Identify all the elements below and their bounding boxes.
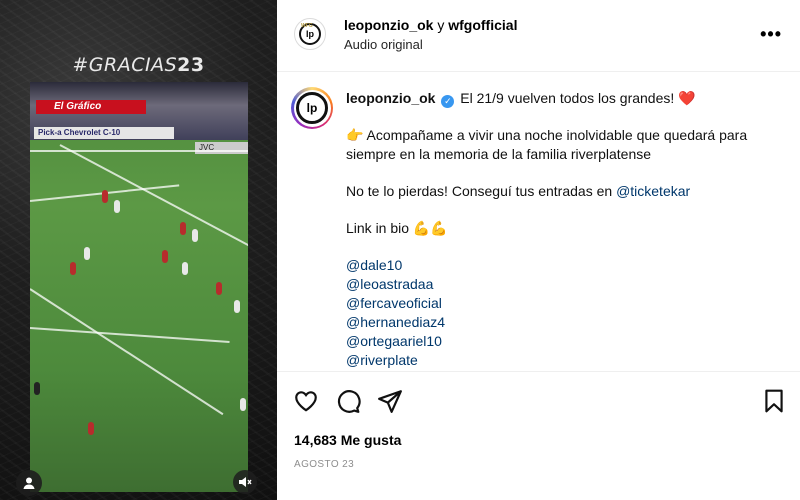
heart-icon[interactable] [293, 388, 319, 414]
post-owners: leoponzio_ok y wfgofficial [344, 17, 517, 33]
action-bar [277, 380, 800, 424]
caption-username[interactable]: leoponzio_ok [346, 90, 435, 106]
post-date[interactable]: AGOSTO 23 [294, 459, 354, 470]
tagged-users-button[interactable] [16, 470, 42, 496]
audio-link[interactable]: Audio original [344, 37, 423, 52]
owner2-link[interactable]: wfgofficial [448, 17, 517, 33]
caption-area: lp leoponzio_ok ✓ El 21/9 vuelven todos … [277, 72, 800, 370]
player [234, 300, 240, 313]
player [102, 190, 108, 203]
caption-line-4: Link in bio 💪💪 [346, 220, 448, 236]
player [70, 262, 76, 275]
player [84, 247, 90, 260]
ad-banner-chevrolet: Pick-a Chevrolet C-10 [34, 127, 174, 139]
mention-link[interactable]: @dale10 [346, 256, 766, 275]
mention-link[interactable]: @leoastradaa [346, 275, 766, 294]
media-hashtag: #GRACIAS23 [72, 54, 205, 76]
mention-link[interactable]: @riverplate [346, 351, 766, 370]
verified-badge-icon: ✓ [441, 95, 455, 108]
mention-link[interactable]: @fercaveoficial [346, 294, 766, 313]
player [216, 282, 222, 295]
ad-banner-jvc: JVC [195, 142, 248, 154]
comment-icon[interactable] [335, 388, 361, 414]
pitch-line [30, 327, 230, 343]
muted-speaker-icon [239, 477, 252, 487]
ticketek-link[interactable]: @ticketekar [616, 183, 690, 199]
owner1-link[interactable]: leoponzio_ok [344, 17, 433, 33]
mention-link[interactable]: @ortegaariel10 [346, 332, 766, 351]
pitch-line [30, 150, 248, 152]
caption-avatar[interactable]: lp [291, 87, 333, 129]
post-media[interactable]: #GRACIAS23 El Gráfico Pick-a Chevrolet C… [0, 0, 277, 500]
player [180, 222, 186, 235]
caption-text: leoponzio_ok ✓ El 21/9 vuelven todos los… [346, 89, 766, 370]
player [162, 250, 168, 263]
owner-joiner: y [437, 17, 445, 33]
pitch-line [59, 144, 248, 250]
likes-count[interactable]: 14,683 Me gusta [294, 432, 401, 448]
post-sidebar: WFG lp leoponzio_ok y wfgofficial Audio … [277, 0, 800, 500]
caption-line-1: El 21/9 vuelven todos los grandes! ❤️ [460, 90, 696, 106]
caption-line-3: No te lo pierdas! Conseguí tus entradas … [346, 183, 617, 199]
post-header: WFG lp leoponzio_ok y wfgofficial Audio … [277, 0, 800, 72]
wfg-logo-icon: WFG [301, 23, 313, 29]
player [240, 398, 246, 411]
player [88, 422, 94, 435]
mute-toggle-button[interactable] [233, 470, 257, 494]
player [192, 229, 198, 242]
player [114, 200, 120, 213]
player [182, 262, 188, 275]
bookmark-icon[interactable] [761, 388, 787, 414]
lp-logo-icon: lp [296, 92, 328, 124]
mention-link[interactable]: @hernanediaz4 [346, 313, 766, 332]
player [34, 382, 40, 395]
ad-banner-elgrafico: El Gráfico [36, 100, 146, 114]
person-icon [23, 477, 35, 489]
pitch-line [30, 288, 224, 416]
more-options-button[interactable]: ••• [760, 25, 782, 43]
caption-line-2: 👉 Acompañame a vivir una noche inolvidab… [346, 127, 748, 162]
share-icon[interactable] [377, 388, 403, 414]
video-frame: El Gráfico Pick-a Chevrolet C-10 JVC [30, 82, 248, 492]
owner-avatar[interactable]: WFG lp [294, 18, 326, 50]
mentions-list: @dale10 @leoastradaa @fercaveoficial @he… [346, 256, 766, 370]
divider [277, 371, 800, 372]
